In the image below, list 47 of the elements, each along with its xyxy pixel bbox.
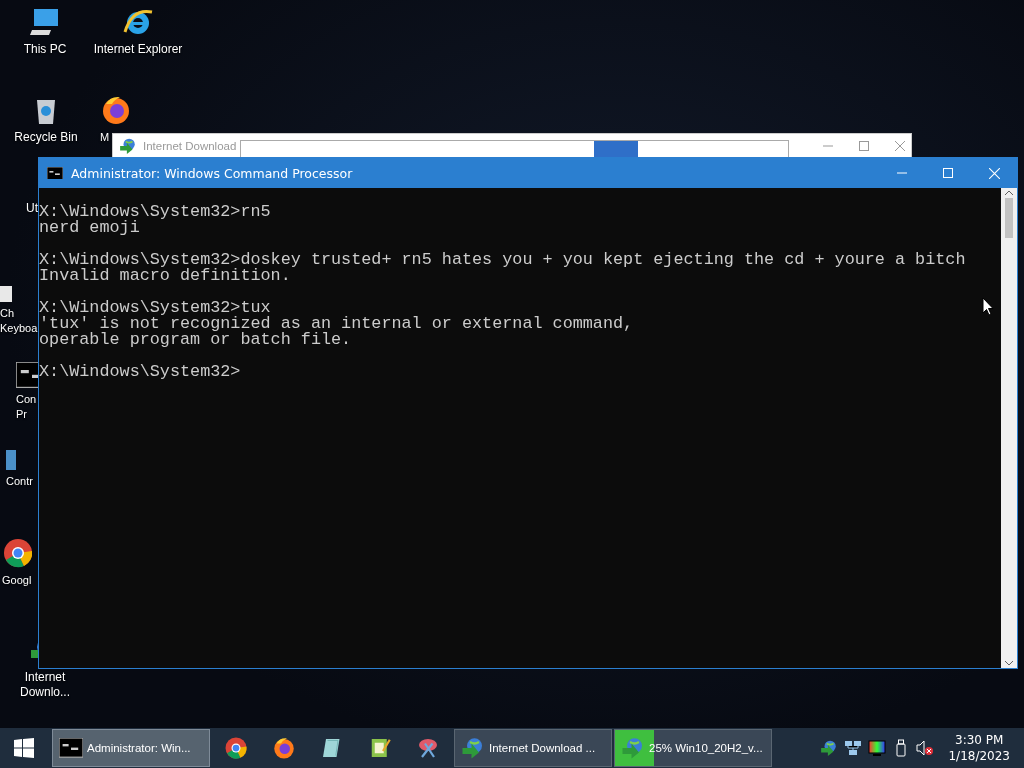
console-line: Invalid macro definition. (39, 268, 291, 284)
network-icon[interactable] (844, 740, 863, 756)
console-line: operable program or batch file. (39, 332, 352, 348)
console-icon (59, 738, 83, 758)
desktop-icon-label[interactable]: Ch Keyboa (0, 306, 38, 336)
desktop-icon-label[interactable]: Recycle Bin (14, 130, 78, 145)
console-line: nerd emoji (39, 220, 140, 236)
window-title: Administrator: Windows Command Processor (71, 165, 354, 181)
console-line: X:\Windows\System32>rn5 (39, 204, 271, 220)
desktop-icon-label[interactable]: Internet Explorer (93, 42, 183, 57)
usb-drive-icon[interactable] (895, 739, 908, 757)
muted-speaker-icon[interactable] (916, 740, 935, 756)
console-line: X:\Windows\System32>doskey trusted+ rn5 hates you + you kept ejecting the cd + youre a bitch (39, 252, 966, 268)
desktop-icon-label[interactable]: This PC (23, 42, 67, 57)
console-icon (47, 166, 63, 180)
taskbar-button[interactable]: Internet Download ... (454, 729, 612, 767)
desktop-icon-label[interactable]: Con Pr (16, 391, 37, 422)
taskbar-button[interactable]: Administrator: Win... (52, 729, 210, 767)
desktop-icon-label[interactable]: M (100, 130, 110, 145)
desktop-icon-label[interactable]: Googl (2, 573, 32, 588)
maximize-icon (943, 168, 953, 178)
scroll-thumb[interactable] (1005, 198, 1013, 238)
chrome-icon (2, 537, 34, 569)
chrome-icon (224, 736, 248, 760)
window-title: Internet Download (143, 140, 237, 152)
mouse-pointer-icon (982, 297, 994, 317)
close-icon[interactable] (895, 141, 905, 151)
close-icon (988, 167, 1000, 179)
scrollbar[interactable] (1001, 188, 1017, 668)
windows-logo-icon (14, 738, 34, 758)
console-line: X:\Windows\System32> (39, 364, 241, 380)
firefox-icon (272, 736, 296, 760)
desktop-icon-label[interactable]: Contr (6, 474, 33, 489)
display-icon[interactable] (868, 740, 887, 756)
computer-icon (29, 6, 61, 38)
console-line: 'tux' is not recognized as an internal or external command, (39, 316, 634, 332)
scroll-up-icon[interactable] (1005, 190, 1013, 196)
firefox-icon (100, 94, 132, 126)
clock[interactable]: 3:30 PM 1/18/2023 (940, 732, 1018, 764)
desktop-icon-label[interactable]: Ut (26, 201, 38, 216)
console-line: X:\Windows\System32>tux (39, 300, 271, 316)
maximize-icon[interactable] (859, 141, 869, 151)
control-panel-icon (6, 450, 16, 470)
keyboard-icon (0, 286, 12, 302)
scissors-icon (416, 736, 440, 760)
scroll-down-icon[interactable] (1005, 660, 1013, 666)
desktop-icon-label[interactable]: Internet Downlo... (20, 670, 70, 700)
